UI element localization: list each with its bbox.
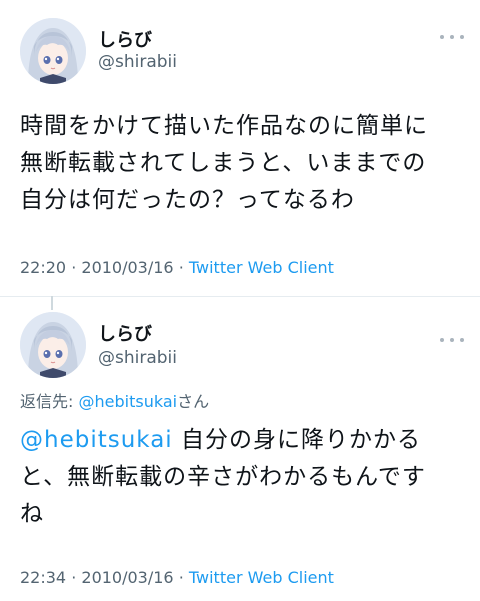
- client-link[interactable]: Twitter Web Client: [189, 568, 334, 587]
- timestamp-time[interactable]: 22:20: [20, 258, 66, 277]
- meta-separator: ·: [178, 258, 184, 277]
- tweet-text-line: @hebitsukai 自分の身に降りかかる: [20, 422, 465, 459]
- tweet-text-line: と、無断転載の辛さがわかるもんです: [20, 464, 426, 490]
- mention-link[interactable]: @hebitsukai: [20, 427, 173, 453]
- tweet-divider: [0, 296, 480, 297]
- display-name[interactable]: しらび: [98, 320, 152, 346]
- tweet-meta: 22:34 · 2010/03/16 · Twitter Web Client: [20, 568, 334, 587]
- avatar-illustration: [20, 312, 86, 378]
- tweet-text: @hebitsukai 自分の身に降りかかる と、無断転載の辛さがわかるもんです…: [20, 422, 465, 533]
- tweet-meta: 22:20 · 2010/03/16 · Twitter Web Client: [20, 258, 334, 277]
- avatar-illustration: [20, 18, 86, 84]
- reply-to-mention[interactable]: @hebitsukai: [79, 392, 178, 411]
- reply-to-label: 返信先:: [20, 392, 74, 411]
- tweet-text: 時間をかけて描いた作品なのに簡単に 無断転載されてしまうと、いままでの 自分は何…: [20, 108, 465, 219]
- avatar[interactable]: [20, 312, 86, 378]
- tweet-text-line: ね: [20, 501, 44, 527]
- user-handle[interactable]: @shirabii: [98, 52, 177, 72]
- timestamp-date[interactable]: 2010/03/16: [81, 258, 173, 277]
- meta-separator: ·: [71, 568, 77, 587]
- client-link[interactable]: Twitter Web Client: [189, 258, 334, 277]
- reply-to-line: 返信先: @hebitsukaiさん: [20, 388, 209, 412]
- meta-separator: ·: [178, 568, 184, 587]
- more-horizontal-icon[interactable]: [440, 336, 464, 344]
- tweet-2[interactable]: しらび @shirabii 返信先: @hebitsukaiさん @hebits…: [0, 300, 480, 601]
- tweet-text-line: 自分は何だったの？ってなるわ: [20, 187, 355, 213]
- user-handle[interactable]: @shirabii: [98, 348, 177, 368]
- timestamp-time[interactable]: 22:34: [20, 568, 66, 587]
- tweet-text-line: 時間をかけて描いた作品なのに簡単に: [20, 113, 428, 139]
- meta-separator: ·: [71, 258, 77, 277]
- display-name[interactable]: しらび: [98, 26, 152, 52]
- avatar[interactable]: [20, 18, 86, 84]
- reply-to-suffix: さん: [177, 392, 210, 411]
- tweet-1[interactable]: しらび @shirabii 時間をかけて描いた作品なのに簡単に 無断転載されてし…: [0, 0, 480, 300]
- timestamp-date[interactable]: 2010/03/16: [81, 568, 173, 587]
- tweet-text-line: 無断転載されてしまうと、いままでの: [20, 150, 427, 176]
- tweet-text-segment: 自分の身に降りかかる: [172, 427, 422, 453]
- more-horizontal-icon[interactable]: [440, 33, 464, 41]
